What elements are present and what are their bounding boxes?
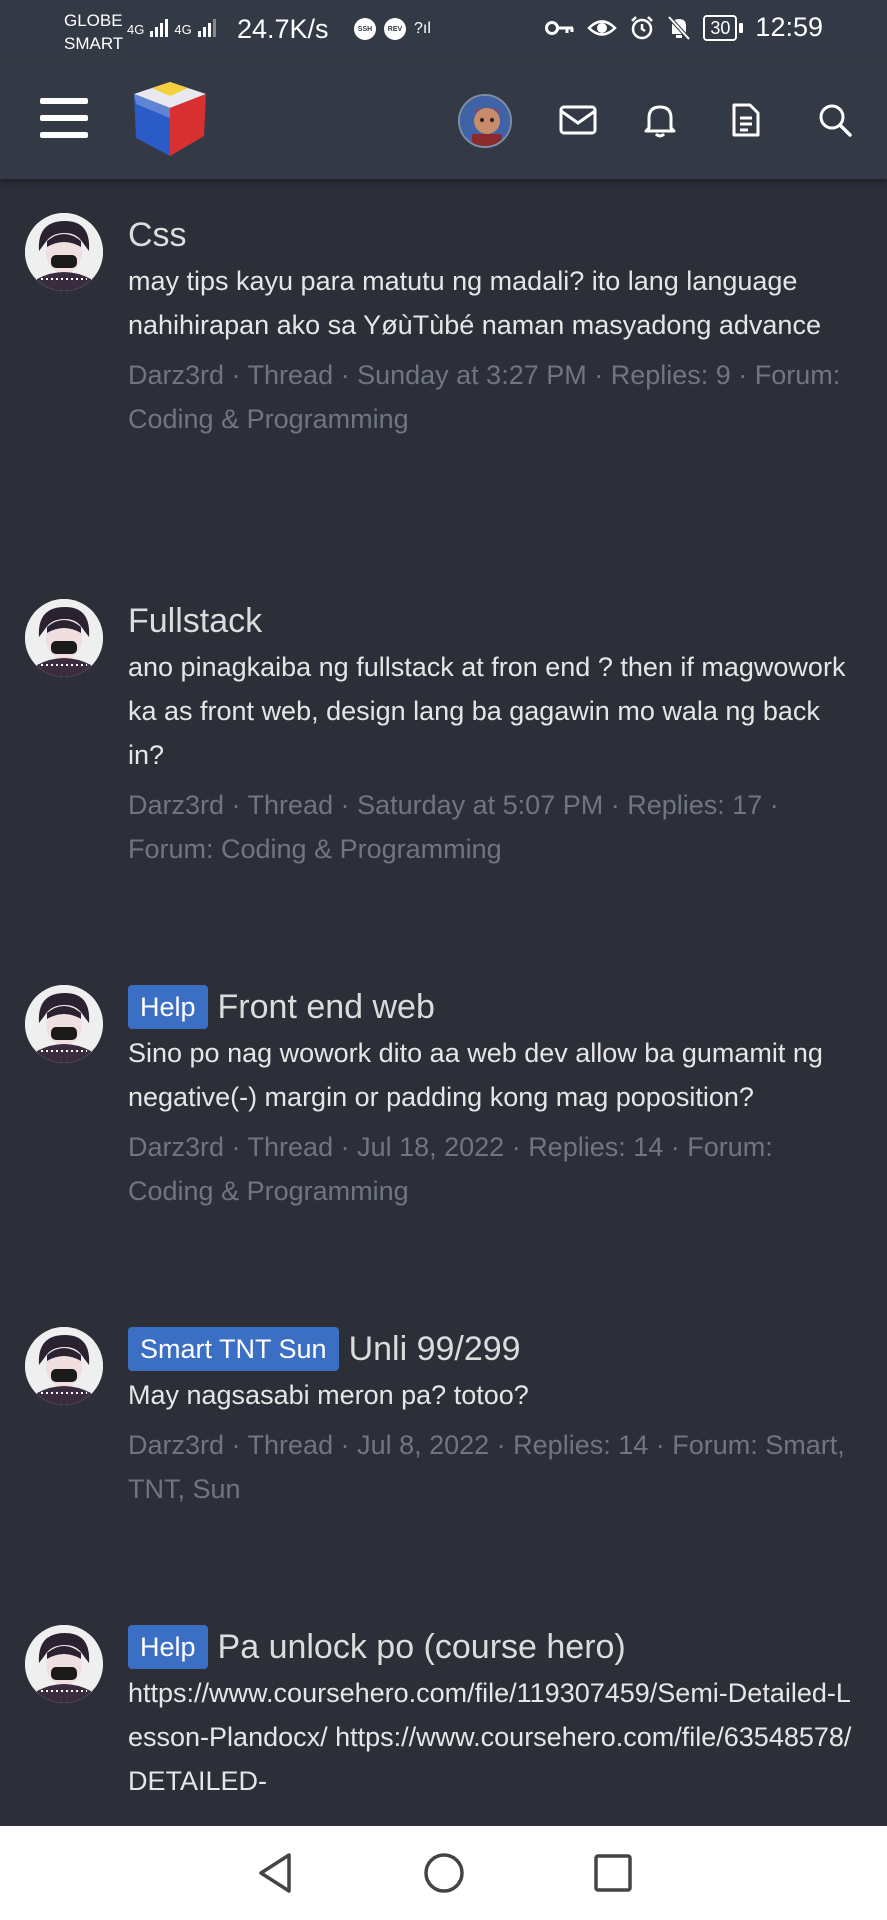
signal-bars-icon xyxy=(150,15,169,37)
signal-bars-icon xyxy=(197,15,216,37)
menu-icon[interactable] xyxy=(40,98,88,138)
thread-snippet: may tips kayu para matutu ng madali? ito… xyxy=(128,266,821,340)
site-logo[interactable] xyxy=(128,76,212,162)
thread-prefix-badge[interactable]: Help xyxy=(128,1625,208,1669)
thread-snippet: ano pinagkaiba ng fullstack at fron end … xyxy=(128,652,846,770)
thread-meta: Darz3rd · Thread · Sunday at 3:27 PM · R… xyxy=(128,360,841,434)
battery-indicator: 30 xyxy=(703,14,744,41)
status-bar: GLOBE SMART 4G 4G 24.7K/s SSH REV ?ıl 30… xyxy=(0,0,887,62)
wifi-signal-icon: ?ıl xyxy=(414,20,431,37)
thread-title[interactable]: Help Front end web xyxy=(128,985,861,1029)
avatar[interactable] xyxy=(25,985,103,1063)
thread-prefix-badge[interactable]: Smart TNT Sun xyxy=(128,1327,339,1371)
thread-title[interactable]: Css xyxy=(128,213,861,257)
eye-icon xyxy=(587,19,618,36)
inbox-icon[interactable] xyxy=(556,98,600,142)
avatar[interactable] xyxy=(25,1625,103,1703)
user-avatar[interactable] xyxy=(458,94,512,148)
carrier-labels: GLOBE SMART xyxy=(64,9,123,55)
carrier-2: SMART xyxy=(64,34,124,53)
thread-snippet: https://www.coursehero.com/file/11930745… xyxy=(128,1678,852,1796)
thread-snippet: May nagsasabi meron pa? totoo? xyxy=(128,1380,529,1410)
back-icon[interactable] xyxy=(250,1848,300,1898)
avatar[interactable] xyxy=(25,599,103,677)
thread-meta: Darz3rd · Thread · Jul 18, 2022 · Replie… xyxy=(128,1132,773,1206)
thread-meta: Darz3rd · Thread · Jul 8, 2022 · Replies… xyxy=(128,1430,845,1504)
thread-title[interactable]: Smart TNT Sun Unli 99/299 xyxy=(128,1327,861,1371)
network-speed: 24.7K/s xyxy=(237,14,329,44)
thread-title[interactable]: Fullstack xyxy=(128,599,861,643)
status-right: 30 12:59 xyxy=(545,12,823,43)
key-icon xyxy=(545,20,574,35)
carrier-1: GLOBE xyxy=(64,11,123,30)
avatar[interactable] xyxy=(25,213,103,291)
thread-meta: Darz3rd · Thread · Saturday at 5:07 PM ·… xyxy=(128,790,779,864)
home-icon[interactable] xyxy=(419,1848,469,1898)
thread-list: Css may tips kayu para matutu ng madali?… xyxy=(0,179,887,1826)
recents-icon[interactable] xyxy=(588,1848,638,1898)
network-type-2: 4G xyxy=(174,22,192,37)
app-header xyxy=(0,62,887,179)
thread-prefix-badge[interactable]: Help xyxy=(128,985,208,1029)
search-icon[interactable] xyxy=(813,98,857,142)
system-nav-bar xyxy=(0,1826,887,1920)
signal-indicators: 4G 4G xyxy=(127,15,216,37)
avatar[interactable] xyxy=(25,1327,103,1405)
app-notification-icons: SSH REV ?ıl xyxy=(354,18,431,40)
rev-app-icon: REV xyxy=(384,18,406,40)
alarm-icon xyxy=(631,15,654,39)
thread-snippet: Sino po nag wowork dito aa web dev allow… xyxy=(128,1038,823,1112)
network-type-1: 4G xyxy=(127,22,145,37)
bell-icon[interactable] xyxy=(638,98,682,142)
clock: 12:59 xyxy=(755,12,823,42)
battery-level: 30 xyxy=(703,14,738,41)
bell-off-icon xyxy=(667,15,691,40)
document-icon[interactable] xyxy=(724,98,768,142)
ssh-app-icon: SSH xyxy=(354,18,376,40)
thread-title[interactable]: Help Pa unlock po (course hero) xyxy=(128,1625,861,1669)
